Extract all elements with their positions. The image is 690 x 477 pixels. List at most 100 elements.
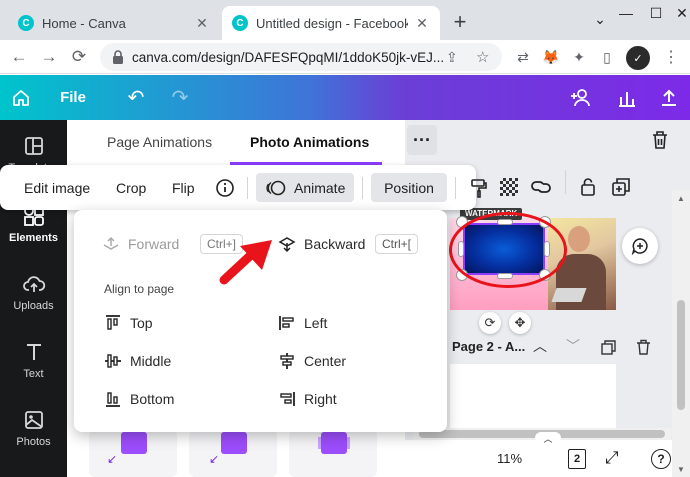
rail-item-elements[interactable]: Elements xyxy=(0,204,67,244)
scroll-down-icon[interactable]: ▼ xyxy=(677,465,685,474)
close-tab-icon[interactable]: ✕ xyxy=(414,15,430,31)
help-button[interactable]: ? xyxy=(651,449,671,469)
chevron-down-icon[interactable]: ﹀ xyxy=(566,336,580,356)
puzzle-extensions-icon[interactable]: ✦ xyxy=(568,46,590,68)
scroll-up-icon[interactable]: ▲ xyxy=(677,194,685,203)
animation-thumbnail[interactable]: ↙ xyxy=(189,430,277,477)
align-label: Center xyxy=(304,353,347,369)
tab-home-canva[interactable]: C Home - Canva ✕ xyxy=(8,6,220,40)
reload-icon[interactable]: ⟳ xyxy=(66,44,92,70)
sidebar-toggle-icon[interactable]: ▯ xyxy=(596,46,618,68)
page-2-canvas[interactable] xyxy=(450,364,616,428)
rotate-icon[interactable]: ⟳ xyxy=(479,312,501,334)
annotation-arrow xyxy=(218,236,276,286)
add-comment-icon[interactable] xyxy=(622,228,658,264)
crop-button[interactable]: Crop xyxy=(106,173,156,202)
share-page-icon[interactable]: ⇪ xyxy=(446,49,458,66)
delete-page-icon[interactable] xyxy=(636,339,651,355)
arrow-diagonal-icon: ↙ xyxy=(107,452,118,466)
align-to-page-heading: Align to page xyxy=(104,282,175,296)
url-text: canva.com/design/DAFESFQpqMI/1ddoK50jk-v… xyxy=(132,49,445,65)
rail-item-text[interactable]: Text xyxy=(0,340,67,380)
paint-roller-icon[interactable] xyxy=(470,178,488,198)
back-arrow-icon[interactable]: ← xyxy=(6,44,32,70)
tab-title: Home - Canva xyxy=(42,15,126,31)
download-upload-icon[interactable] xyxy=(654,75,684,120)
close-window-button[interactable]: ✕ xyxy=(664,0,690,26)
align-label: Right xyxy=(304,391,337,407)
profile-avatar[interactable]: ✓ xyxy=(626,46,650,70)
expand-notes-icon[interactable]: ︿ xyxy=(535,432,561,444)
align-bottom-button[interactable]: Bottom xyxy=(104,387,174,411)
align-label: Left xyxy=(304,315,328,331)
bookmark-star-icon[interactable]: ☆ xyxy=(476,48,489,66)
arrow-diagonal-icon: ↙ xyxy=(209,452,220,466)
rail-item-uploads[interactable]: Uploads xyxy=(0,272,67,312)
flip-button[interactable]: Flip xyxy=(162,173,205,202)
animate-icon xyxy=(266,179,286,197)
backward-label: Backward xyxy=(304,236,366,252)
toolbar-divider xyxy=(247,177,248,199)
home-icon[interactable] xyxy=(6,75,36,120)
more-options-icon[interactable]: ··· xyxy=(407,125,437,155)
align-top-button[interactable]: Top xyxy=(104,311,153,335)
zoom-level[interactable]: 11% xyxy=(497,451,522,466)
tab-page-animations[interactable]: Page Animations xyxy=(107,134,212,150)
transparency-icon[interactable] xyxy=(500,178,518,196)
scrollbar-thumb[interactable] xyxy=(677,300,685,410)
forward-button[interactable]: Forward xyxy=(102,232,179,256)
file-menu-button[interactable]: File xyxy=(52,75,94,120)
duplicate-page-icon[interactable] xyxy=(601,340,616,355)
rail-item-label: Text xyxy=(23,368,44,380)
align-left-button[interactable]: Left xyxy=(278,311,327,335)
redo-icon[interactable]: ↷ xyxy=(166,75,194,120)
link-icon[interactable] xyxy=(530,178,552,196)
animation-thumbnail[interactable]: ↙ xyxy=(89,430,177,477)
vertical-scrollbar[interactable]: ▲ ▼ xyxy=(672,190,690,477)
align-middle-icon xyxy=(104,352,122,370)
backward-button[interactable]: Backward xyxy=(278,232,365,256)
align-center-icon xyxy=(278,352,296,370)
menu-dots-icon[interactable]: ⋮ xyxy=(660,46,682,68)
forward-label: Forward xyxy=(128,236,180,252)
page-2-title[interactable]: Page 2 - A... xyxy=(452,339,525,354)
fullscreen-icon[interactable]: ⤢ xyxy=(605,448,619,468)
share-people-icon[interactable] xyxy=(566,75,596,120)
canva-favicon-icon: C xyxy=(232,15,248,31)
tab-photo-animations[interactable]: Photo Animations xyxy=(250,134,369,150)
address-bar[interactable]: canva.com/design/DAFESFQpqMI/1ddoK50jk-v… xyxy=(100,43,502,71)
metamask-fox-icon[interactable]: 🦊 xyxy=(540,46,562,68)
align-middle-button[interactable]: Middle xyxy=(104,349,171,373)
animate-label: Animate xyxy=(294,179,346,196)
tab-untitled-design[interactable]: C Untitled design - Facebook Co ✕ xyxy=(222,6,440,40)
toolbar-divider xyxy=(362,177,363,199)
edit-image-button[interactable]: Edit image xyxy=(14,173,100,202)
rail-item-photos[interactable]: Photos xyxy=(0,408,67,448)
info-icon[interactable] xyxy=(210,173,240,202)
toolbar-divider xyxy=(455,177,456,199)
insights-chart-icon[interactable] xyxy=(612,75,642,120)
chevron-up-icon[interactable]: ︿ xyxy=(533,336,547,356)
close-tab-icon[interactable]: ✕ xyxy=(194,15,210,31)
align-center-button[interactable]: Center xyxy=(278,349,346,373)
undo-icon[interactable]: ↶ xyxy=(122,75,150,120)
new-tab-button[interactable]: + xyxy=(448,9,472,34)
lock-icon[interactable] xyxy=(580,177,596,197)
trash-icon[interactable] xyxy=(651,130,669,150)
extension-1-icon[interactable]: ⇄ xyxy=(512,46,534,68)
thumbnail-image xyxy=(121,432,147,454)
text-icon xyxy=(22,340,46,364)
position-button[interactable]: Position xyxy=(371,173,447,202)
align-top-icon xyxy=(104,314,122,332)
canva-header: File ↶ ↷ xyxy=(0,75,690,120)
animation-thumbnail[interactable] xyxy=(289,430,377,477)
forward-arrow-icon[interactable]: → xyxy=(36,44,62,70)
move-icon[interactable]: ✥ xyxy=(509,312,531,334)
thumbnail-image xyxy=(321,432,347,454)
templates-icon xyxy=(22,134,46,158)
duplicate-icon[interactable] xyxy=(612,178,630,196)
align-right-button[interactable]: Right xyxy=(278,387,337,411)
animate-button[interactable]: Animate xyxy=(256,173,354,202)
annotation-circle xyxy=(449,212,567,288)
page-count-badge[interactable]: 2 xyxy=(568,449,586,469)
